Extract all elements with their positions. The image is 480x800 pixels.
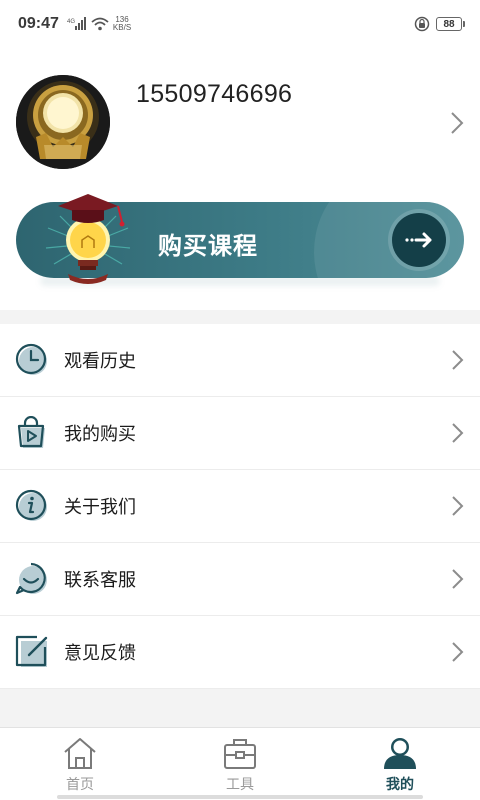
phone-number: 15509746696 <box>136 80 293 108</box>
avatar-image <box>16 75 110 169</box>
chevron-right-icon <box>452 350 464 370</box>
chevron-right-icon[interactable] <box>448 110 466 136</box>
svg-text:4G: 4G <box>67 19 75 25</box>
toolbox-icon <box>224 739 256 769</box>
menu-item-feedback[interactable]: 意见反馈 <box>0 616 480 689</box>
menu-item-about-us[interactable]: 关于我们 <box>0 470 480 543</box>
tab-label: 我的 <box>386 777 414 793</box>
edit-feedback-icon <box>15 635 48 667</box>
lock-rotation-icon <box>414 16 430 32</box>
home-indicator <box>57 795 423 799</box>
banner-title: 购买课程 <box>158 232 258 260</box>
menu-item-label: 联系客服 <box>64 570 136 591</box>
signal-icon: 4G <box>67 17 86 30</box>
menu-item-label: 观看历史 <box>64 351 136 372</box>
tab-home[interactable]: 首页 <box>0 728 160 800</box>
menu-item-my-purchases[interactable]: 我的购买 <box>0 397 480 470</box>
bottom-tab-bar: 首页 工具 我的 <box>0 727 480 800</box>
status-right: 88 <box>414 16 465 32</box>
net-speed: 136 KB/S <box>113 16 131 32</box>
chevron-right-icon <box>452 569 464 589</box>
lightbulb-graduation-icon <box>45 194 131 284</box>
profile-header[interactable]: 15509746696 <box>0 60 480 190</box>
info-icon <box>15 489 47 521</box>
menu-item-watch-history[interactable]: 观看历史 <box>0 324 480 397</box>
clock-icon <box>15 343 47 375</box>
shopping-bag-play-icon <box>17 416 45 448</box>
tab-label: 首页 <box>66 777 94 793</box>
home-icon <box>64 738 96 769</box>
net-speed-unit: KB/S <box>112 23 132 32</box>
section-divider <box>0 310 480 324</box>
menu-list: 观看历史 我的购买 关于我们 联系客服 意见反馈 <box>0 324 480 689</box>
menu-item-label: 关于我们 <box>64 497 136 518</box>
chevron-right-icon <box>452 423 464 443</box>
menu-item-label: 意见反馈 <box>64 643 136 664</box>
bottom-spacer <box>0 689 480 727</box>
user-icon <box>384 738 416 769</box>
menu-item-customer-service[interactable]: 联系客服 <box>0 543 480 616</box>
chevron-right-icon <box>452 642 464 662</box>
battery-indicator: 88 <box>436 17 465 31</box>
avatar[interactable] <box>16 75 110 169</box>
menu-item-label: 我的购买 <box>64 424 136 445</box>
wifi-icon <box>91 17 109 31</box>
status-time: 09:47 <box>18 15 59 32</box>
chevron-right-icon <box>452 496 464 516</box>
tab-label: 工具 <box>226 777 254 793</box>
arrow-right-icon <box>405 232 432 248</box>
chat-smile-icon <box>15 562 47 595</box>
status-bar: 09:47 4G 136 KB/S 88 <box>0 0 480 48</box>
tab-mine[interactable]: 我的 <box>320 728 480 800</box>
tab-tools[interactable]: 工具 <box>160 728 320 800</box>
status-indicators: 4G 136 KB/S <box>67 16 131 32</box>
banner-arrow-button[interactable] <box>392 213 446 267</box>
